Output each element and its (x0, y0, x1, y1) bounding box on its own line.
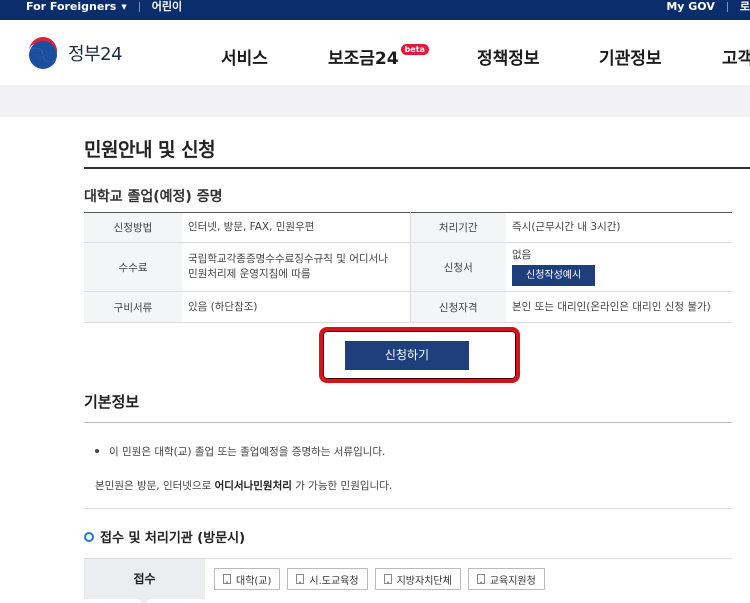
table-header-cell: 신청방법 (84, 212, 182, 243)
table-header-cell: 수수료 (84, 242, 182, 292)
table-cell: 인터넷, 방문, FAX, 민원우편 (182, 212, 410, 243)
table-row: 신청방법 인터넷, 방문, FAX, 민원우편 처리기간 즉시(근무시간 내 3… (84, 212, 732, 243)
for-foreigners-link[interactable]: For Foreigners (26, 0, 116, 14)
nav-item-subsidy-label: 보조금24 (328, 49, 399, 69)
table-header-cell: 신청자격 (409, 291, 506, 323)
agency-tab-bar: 접수 대학(교) 시.도교육청 지방자치단체 교육지원청 (84, 558, 732, 603)
kids-link[interactable]: 어린이 (152, 0, 182, 14)
table-header-cell: 처리기간 (409, 212, 506, 243)
chip-label: 교육지원청 (489, 575, 536, 587)
bullet-text: 이 민원은 대학(교) 졸업 또는 졸업예정을 증명하는 서류입니다. (109, 446, 386, 458)
page-title: 민원안내 및 신청 (84, 139, 216, 161)
nav-item-customer[interactable]: 고객 (722, 44, 750, 69)
service-info-table: 신청방법 인터넷, 방문, FAX, 민원우편 처리기간 즉시(근무시간 내 3… (84, 212, 732, 323)
logo-text: 정부24 (68, 44, 123, 65)
taegeuk-logo-icon (27, 37, 59, 69)
table-cell: 본인 또는 대리인(온라인은 대리인 신청 불가) (506, 291, 732, 323)
top-utility-bar: For Foreigners ▼ 어린이 My GOV 로 (0, 0, 750, 20)
bookmark-icon (383, 574, 392, 584)
fee-text-line: 민원처리제 운영지침에 따름 (188, 268, 311, 280)
basic-info-title: 기본정보 (84, 393, 140, 411)
table-header-cell: 신청서 (409, 242, 506, 292)
table-header-cell: 구비서류 (84, 291, 182, 323)
site-header: 정부24 서비스 보조금24 beta 정책정보 기관정보 고객 (0, 20, 750, 85)
basic-info-bullet: 이 민원은 대학(교) 졸업 또는 졸업예정을 증명하는 서류입니다. (95, 444, 385, 459)
nav-item-service[interactable]: 서비스 (221, 44, 268, 69)
bookmark-icon (476, 574, 485, 584)
table-cell: 즉시(근무시간 내 3시간) (506, 212, 732, 243)
top-right-links: My GOV 로 (666, 0, 750, 14)
caret-down-icon[interactable]: ▼ (121, 0, 126, 14)
nav-item-policy[interactable]: 정책정보 (477, 44, 540, 69)
chip-label: 시.도교육청 (309, 575, 359, 587)
breadcrumb-band (0, 85, 750, 117)
bullet-icon (95, 449, 99, 453)
chip-label: 대학(교) (236, 575, 272, 587)
table-row: 구비서류 있음 (하단참조) 신청자격 본인 또는 대리인(온라인은 대리인 신… (84, 291, 732, 323)
tab-pointer (137, 598, 151, 603)
table-cell: 없음 신청작성예시 (506, 242, 732, 292)
table-row: 수수료 국립학교각종증명수수료징수규칙 및 어디서나 민원처리제 운영지침에 따… (84, 242, 732, 292)
form-status: 없음 (512, 249, 532, 261)
text-segment: 가 가능한 민원입니다. (291, 480, 393, 492)
basic-info-text: 본민원은 방문, 인터넷으로 어디서나민원처리 가 가능한 민원입니다. (95, 478, 392, 493)
chip-provincial-office[interactable]: 시.도교육청 (287, 568, 368, 590)
mygov-link[interactable]: My GOV (666, 0, 715, 14)
top-left-links: For Foreigners ▼ 어린이 (26, 0, 182, 14)
chip-label: 지방자치단체 (396, 575, 452, 587)
nav-item-agency[interactable]: 기관정보 (599, 44, 662, 69)
agency-section-title: 접수 및 처리기관 (방문시) (84, 527, 245, 546)
login-link[interactable]: 로 (740, 0, 750, 14)
service-title: 대학교 졸업(예정) 증명 (84, 189, 223, 205)
text-bold-segment: 어디서나민원처리 (214, 480, 292, 492)
chip-university[interactable]: 대학(교) (214, 568, 281, 590)
divider (84, 508, 732, 509)
ring-bullet-icon (84, 531, 94, 542)
divider (726, 2, 728, 12)
table-cell: 있음 (하단참조) (182, 291, 410, 323)
bookmark-icon (223, 574, 231, 584)
chip-local-government[interactable]: 지방자치단체 (374, 568, 461, 590)
agency-section-label: 접수 및 처리기관 (방문시) (100, 531, 246, 546)
beta-badge: beta (400, 44, 429, 55)
site-logo[interactable]: 정부24 (26, 36, 123, 70)
form-example-button[interactable]: 신청작성예시 (512, 265, 596, 286)
bookmark-icon (296, 574, 305, 584)
apply-button[interactable]: 신청하기 (345, 341, 469, 370)
table-cell: 국립학교각종증명수수료징수규칙 및 어디서나 민원처리제 운영지침에 따름 (182, 242, 410, 292)
divider (138, 2, 140, 12)
divider (84, 422, 732, 423)
nav-item-subsidy[interactable]: 보조금24 beta (328, 44, 429, 69)
fee-text-line: 국립학교각종증명수수료징수규칙 및 어디서나 (188, 253, 388, 265)
divider (84, 167, 750, 169)
agency-chip-list: 대학(교) 시.도교육청 지방자치단체 교육지원청 (214, 568, 545, 590)
chip-education-support-office[interactable]: 교육지원청 (467, 568, 545, 590)
text-segment: 본민원은 방문, 인터넷으로 (95, 480, 215, 492)
tab-reception[interactable]: 접수 (84, 559, 205, 599)
